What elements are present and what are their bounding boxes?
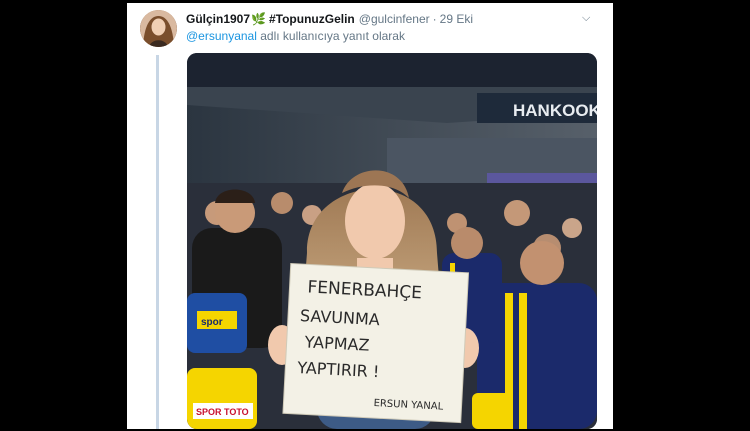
protest-sign: FENERBAHÇE SAVUNMA YAPMAZ YAPTIRIR ! ERS… (282, 262, 470, 424)
sign-line-3: YAPMAZ (303, 332, 370, 354)
reply-suffix: adlı kullanıcıya yanıt olarak (256, 29, 405, 43)
seat-text-1: spor (201, 317, 223, 328)
tweet-date[interactable]: 29 Eki (440, 12, 473, 26)
reply-context: @ersunyanal adlı kullanıcıya yanıt olara… (186, 29, 405, 43)
stadium-photo: HANKOOK spor SPOR TOTO FENERBAHÇE SAVUNM… (187, 53, 597, 429)
chevron-down-icon[interactable]: ⌵ (582, 12, 590, 25)
tweet-header: Gülçin1907🌿 #TopunuzGelin @gulcinfener · 29 … (186, 12, 473, 26)
display-name[interactable]: Gülçin1907 (186, 12, 250, 26)
hankook-banner: HANKOOK (513, 101, 597, 120)
tweet-card[interactable]: Gülçin1907🌿 #TopunuzGelin @gulcinfener · 29 … (127, 3, 613, 429)
hashtag-link[interactable]: #TopunuzGelin (269, 12, 355, 26)
reply-mention-link[interactable]: @ersunyanal (186, 29, 257, 43)
seat-text-2: SPOR TOTO (196, 407, 249, 417)
tweet-photo[interactable]: HANKOOK spor SPOR TOTO FENERBAHÇE SAVUNM… (187, 53, 597, 429)
user-handle[interactable]: @gulcinfener (359, 12, 430, 26)
thread-line (156, 55, 159, 429)
avatar[interactable] (140, 10, 177, 47)
separator-dot: · (432, 12, 437, 26)
leaf-icon: 🌿 (251, 12, 266, 26)
